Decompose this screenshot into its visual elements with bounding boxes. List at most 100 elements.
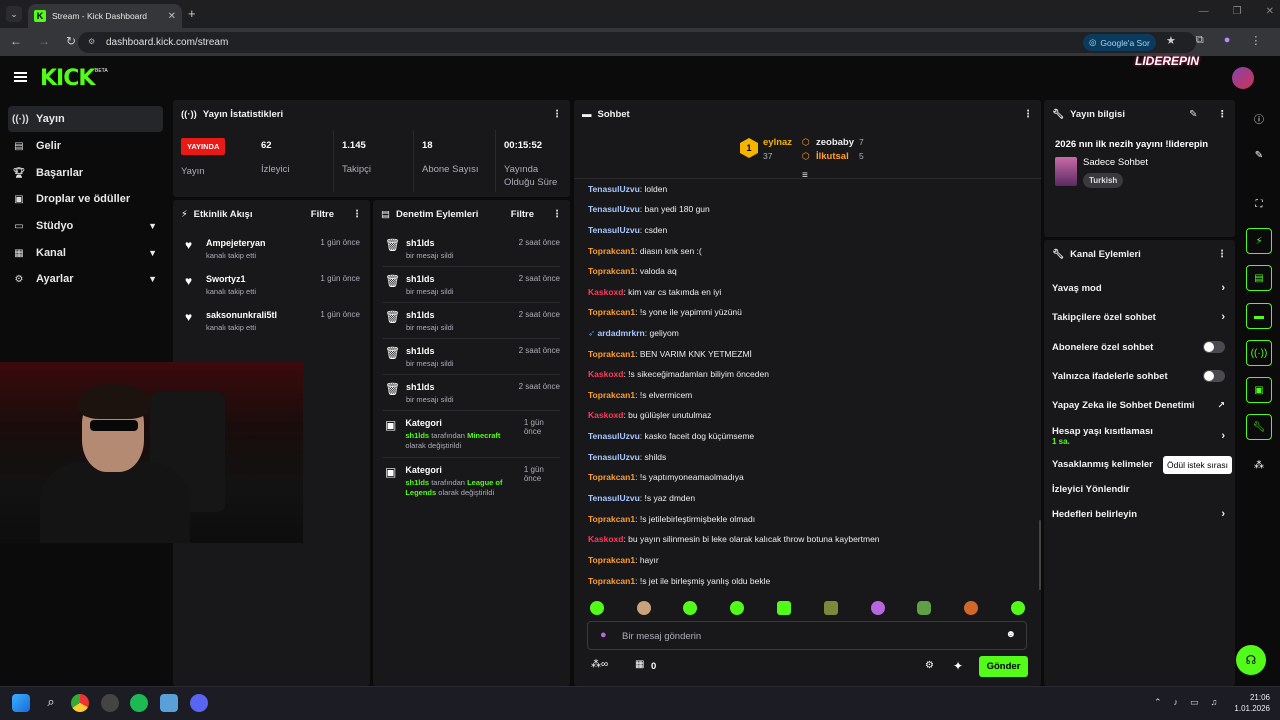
- chat-username[interactable]: Toprakcan1: [588, 266, 635, 276]
- action-redirect-viewers[interactable]: İzleyici Yönlendir: [1052, 479, 1225, 499]
- info-icon[interactable]: ⓘ: [1246, 105, 1272, 131]
- emote-icon[interactable]: [777, 601, 791, 615]
- back-icon[interactable]: ←: [10, 34, 22, 48]
- chat-username[interactable]: TenasulUzvu: [588, 204, 640, 214]
- chat-username[interactable]: Toprakcan1: [588, 390, 635, 400]
- more-options-icon[interactable]: ⋮: [552, 209, 562, 220]
- sidebar-item-ayarlar[interactable]: ⚙ Ayarlar ▼: [8, 266, 163, 292]
- search-icon[interactable]: ⌕: [42, 694, 60, 712]
- kick-logo[interactable]: KICK: [40, 66, 95, 91]
- microphone-icon[interactable]: ♪: [1174, 697, 1179, 708]
- item-name[interactable]: sh1lds: [406, 274, 454, 284]
- maximize-icon[interactable]: ❐: [1233, 6, 1242, 17]
- tab-search-button[interactable]: ⌄: [6, 6, 22, 22]
- support-icon[interactable]: ☊: [1236, 645, 1266, 675]
- browser-tab[interactable]: K Stream - Kick Dashboard ✕: [28, 4, 182, 28]
- broadcast-icon[interactable]: ((·)): [1246, 340, 1272, 366]
- emote-icon[interactable]: [1011, 601, 1025, 615]
- item-name[interactable]: sh1lds: [406, 346, 454, 356]
- more-options-icon[interactable]: ⋮: [352, 209, 362, 220]
- minimize-icon[interactable]: —: [1199, 6, 1209, 17]
- more-options-icon[interactable]: ⋮: [552, 109, 562, 120]
- moderator-name[interactable]: sh1lds: [405, 431, 429, 440]
- emote-icon[interactable]: [637, 601, 651, 615]
- leader-name[interactable]: eylnaz: [763, 137, 792, 148]
- filter-button[interactable]: Filtre: [511, 209, 534, 220]
- google-ask-button[interactable]: ◎ Google'a Sor: [1083, 34, 1156, 51]
- network-icon[interactable]: ▭: [1190, 697, 1199, 708]
- category-name[interactable]: Sadece Sohbet: [1083, 157, 1148, 168]
- emote-icon[interactable]: [824, 601, 838, 615]
- item-name[interactable]: sh1lds: [406, 382, 454, 392]
- sidebar-item-basarilar[interactable]: 🏆︎ Başarılar: [8, 160, 163, 186]
- discord-icon[interactable]: [190, 694, 208, 712]
- item-name[interactable]: saksonunkrali5tl: [206, 310, 277, 320]
- chrome-icon[interactable]: [71, 694, 89, 712]
- more-options-icon[interactable]: ⋮: [1218, 109, 1228, 120]
- collapse-icon[interactable]: ≡: [802, 170, 808, 181]
- chat-username[interactable]: TenasulUzvu: [588, 431, 640, 441]
- chat-username[interactable]: TenasulUzvu: [588, 225, 640, 235]
- edit-icon[interactable]: ✎: [1246, 142, 1272, 168]
- sidebar-item-studyo[interactable]: ▭ Stüdyo ▼: [8, 213, 163, 239]
- action-set-goals[interactable]: Hedefleri belirleyin ›: [1052, 504, 1225, 524]
- chat-username[interactable]: TenasulUzvu: [588, 493, 640, 503]
- emote-icon[interactable]: [730, 601, 744, 615]
- more-options-icon[interactable]: ⋮: [1023, 109, 1033, 120]
- item-name[interactable]: Swortyz1: [206, 274, 256, 284]
- category-link[interactable]: Minecraft: [467, 431, 500, 440]
- windows-start-icon[interactable]: [12, 694, 30, 712]
- action-followers-only[interactable]: Takipçilere özel sohbet ›: [1052, 307, 1225, 327]
- sidebar-item-yayin[interactable]: ((·)) Yayın: [8, 106, 163, 132]
- new-tab-button[interactable]: +: [188, 6, 196, 21]
- more-options-icon[interactable]: ⋮: [1217, 249, 1227, 260]
- chat-username[interactable]: Toprakcan1: [588, 576, 635, 586]
- chat-username[interactable]: Toprakcan1: [588, 555, 635, 565]
- url-input[interactable]: dashboard.kick.com/stream: [78, 32, 1196, 53]
- chevron-up-icon[interactable]: ⌃: [1154, 697, 1162, 708]
- spotify-icon[interactable]: [130, 694, 148, 712]
- bookmark-star-icon[interactable]: ★: [1166, 34, 1176, 47]
- chat-input[interactable]: ● Bir mesaj gönderin ☻: [587, 621, 1027, 650]
- emote-icon[interactable]: [871, 601, 885, 615]
- emote-icon[interactable]: [590, 601, 604, 615]
- chat-settings-icon[interactable]: ⚙: [925, 660, 934, 671]
- emote-icon[interactable]: [683, 601, 697, 615]
- filter-button[interactable]: Filtre: [311, 209, 334, 220]
- volume-icon[interactable]: ♫: [1211, 697, 1218, 708]
- emoji-icon[interactable]: ☻: [1005, 629, 1016, 640]
- item-name[interactable]: sh1lds: [406, 238, 454, 248]
- chat-username[interactable]: Toprakcan1: [588, 514, 635, 524]
- profile-icon[interactable]: ●: [1224, 34, 1231, 47]
- edit-icon[interactable]: ✎: [1189, 109, 1197, 120]
- send-button[interactable]: Gönder: [979, 656, 1028, 677]
- sidebar-item-kanal[interactable]: ▦ Kanal ▼: [8, 240, 163, 266]
- moderation-icon[interactable]: ▣: [1246, 377, 1272, 403]
- close-tab-icon[interactable]: ✕: [168, 11, 176, 22]
- site-info-icon[interactable]: ⚙: [88, 37, 95, 46]
- chat-username[interactable]: TenasulUzvu: [588, 452, 640, 462]
- store-icon[interactable]: ▦: [635, 659, 644, 670]
- chat-username[interactable]: Kaskoxd: [588, 534, 623, 544]
- chat-username[interactable]: ardadmrkrn: [598, 328, 645, 338]
- reload-icon[interactable]: ↻: [66, 34, 76, 48]
- sidebar-item-droplar[interactable]: ▣ Droplar ve ödüller: [8, 186, 163, 212]
- browser-menu-icon[interactable]: ⋮: [1250, 34, 1261, 47]
- item-name[interactable]: Ampejeteryan: [206, 238, 266, 248]
- microphone-icon[interactable]: ●: [600, 629, 607, 641]
- wrench-icon[interactable]: 🔧︎: [1246, 414, 1272, 440]
- emote-icon[interactable]: [964, 601, 978, 615]
- sticker-icon[interactable]: ✦: [953, 659, 963, 673]
- menu-icon[interactable]: [14, 72, 27, 82]
- app-icon[interactable]: [101, 694, 119, 712]
- reward-queue-icon[interactable]: ⁂: [1246, 452, 1272, 478]
- moderator-name[interactable]: sh1lds: [405, 478, 429, 487]
- chat-username[interactable]: Kaskoxd: [588, 410, 623, 420]
- action-account-age[interactable]: Hesap yaşı kısıtlaması 1 sa. ›: [1052, 421, 1225, 451]
- chat-username[interactable]: Kaskoxd: [588, 369, 623, 379]
- emote-icon[interactable]: [917, 601, 931, 615]
- item-name[interactable]: sh1lds: [406, 310, 454, 320]
- chat-username[interactable]: Toprakcan1: [588, 349, 635, 359]
- taskbar-clock[interactable]: 21:06 1.01.2026: [1230, 692, 1270, 714]
- chat-icon[interactable]: ▬: [1246, 303, 1272, 329]
